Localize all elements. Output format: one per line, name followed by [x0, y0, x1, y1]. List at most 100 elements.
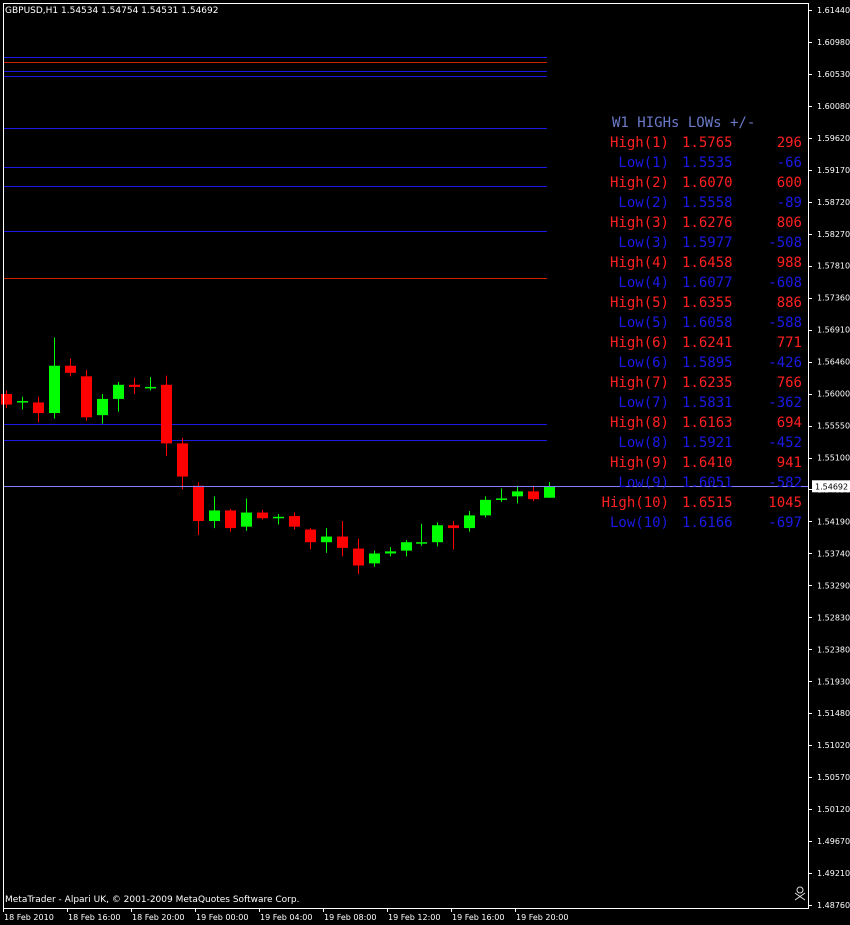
high-row-diff: 694 [777, 415, 802, 431]
low-row-label: Low(2) [618, 195, 669, 211]
candle-body [432, 525, 443, 543]
current-price-label: 1.54692 [815, 482, 848, 491]
candle-body [305, 529, 316, 543]
chart-title: GBPUSD,H1 1.54534 1.54754 1.54531 1.5469… [5, 6, 218, 16]
candle-body [528, 491, 539, 500]
low-row-label: Low(7) [618, 395, 669, 411]
candle-body [496, 498, 507, 500]
high-row-price: 1.5765 [682, 135, 733, 151]
low-row-price: 1.6077 [682, 275, 733, 291]
high-row-label: High(5) [610, 295, 669, 311]
y-tick-label: 1.60080 [817, 102, 850, 111]
high-row-price: 1.6276 [682, 215, 733, 231]
low-row-price: 1.6058 [682, 315, 733, 331]
y-tick-label: 1.48760 [817, 901, 850, 910]
candle-body [416, 542, 427, 544]
y-tick-label: 1.50570 [817, 773, 850, 782]
candle-body [369, 553, 380, 564]
y-tick-label: 1.51480 [817, 709, 850, 718]
y-tick-label: 1.54190 [817, 517, 850, 526]
low-row-price: 1.5977 [682, 235, 733, 251]
high-row-label: High(7) [610, 375, 669, 391]
y-tick-label: 1.49670 [817, 837, 850, 846]
candle-body [401, 542, 412, 551]
y-tick-label: 1.49210 [817, 869, 850, 878]
y-tick-label: 1.57360 [817, 294, 850, 303]
candle-body [113, 384, 124, 399]
low-row-price: 1.5921 [682, 435, 733, 451]
y-tick-label: 1.61440 [817, 6, 850, 15]
high-row-diff: 1045 [768, 495, 802, 511]
high-row-diff: 766 [777, 375, 802, 391]
high-row-price: 1.6070 [682, 175, 733, 191]
x-tick-label: 19 Feb 08:00 [324, 913, 376, 922]
candlestick-chart[interactable]: W1 HIGHs LOWs +/- High(1) 1.5765 296 Low(1) 1… [0, 0, 850, 925]
high-row-label: High(3) [610, 215, 669, 231]
candle-body [512, 491, 523, 497]
low-row-label: Low(9) [618, 475, 669, 491]
panel-header: W1 HIGHs LOWs +/- [612, 115, 755, 131]
y-tick-label: 1.58720 [817, 198, 850, 207]
y-tick-label: 1.50120 [817, 805, 850, 814]
low-row-label: Low(6) [618, 355, 669, 371]
low-row-diff: -66 [777, 155, 802, 171]
candle-body [209, 510, 220, 522]
high-row-price: 1.6355 [682, 295, 733, 311]
candle-body [337, 536, 348, 548]
high-row-price: 1.6515 [682, 495, 733, 511]
low-row-diff: -508 [768, 235, 802, 251]
high-row-diff: 941 [777, 455, 802, 471]
high-row-label: High(8) [610, 415, 669, 431]
candle-body [480, 499, 491, 516]
high-row-label: High(2) [610, 175, 669, 191]
low-row-price: 1.6166 [682, 515, 733, 531]
high-row-diff: 296 [777, 135, 802, 151]
candle-body [289, 516, 300, 527]
candle-body [33, 402, 44, 414]
y-tick-label: 1.51020 [817, 741, 850, 750]
high-row-price: 1.6241 [682, 335, 733, 351]
candle-body [49, 365, 60, 414]
candle-body [225, 510, 236, 529]
high-row-diff: 988 [777, 255, 802, 271]
low-row-diff: -588 [768, 315, 802, 331]
y-tick-label: 1.60980 [817, 38, 850, 47]
x-tick-label: 19 Feb 00:00 [196, 913, 248, 922]
candle-body [193, 485, 204, 522]
candle-body [161, 384, 172, 444]
candle-body [241, 512, 252, 527]
low-row-diff: -608 [768, 275, 802, 291]
high-row-price: 1.6410 [682, 455, 733, 471]
x-tick-label: 19 Feb 04:00 [260, 913, 312, 922]
low-row-label: Low(4) [618, 275, 669, 291]
x-tick-label: 19 Feb 20:00 [516, 913, 568, 922]
candle-body [544, 486, 555, 498]
y-tick-label: 1.56000 [817, 390, 850, 399]
candle-body [145, 386, 156, 389]
candle-body [448, 525, 459, 529]
low-row-diff: -426 [768, 355, 802, 371]
x-tick-label: 18 Feb 16:00 [68, 913, 120, 922]
candle-body [353, 548, 364, 566]
y-tick-label: 1.53740 [817, 549, 850, 558]
candle-body [81, 376, 92, 418]
candle-body [385, 551, 396, 554]
low-row-price: 1.5831 [682, 395, 733, 411]
low-row-price: 1.5895 [682, 355, 733, 371]
y-tick-label: 1.55550 [817, 422, 850, 431]
low-row-label: Low(5) [618, 315, 669, 331]
candle-body [177, 443, 188, 477]
candle-body [1, 393, 12, 405]
y-tick-label: 1.55100 [817, 454, 850, 463]
candle-body [464, 515, 475, 529]
low-row-label: Low(3) [618, 235, 669, 251]
y-tick-label: 1.56460 [817, 358, 850, 367]
candle-body [129, 384, 140, 387]
candle-body [97, 398, 108, 416]
low-row-diff: -362 [768, 395, 802, 411]
candle-body [257, 512, 268, 519]
y-tick-label: 1.51930 [817, 677, 850, 686]
x-tick-label: 19 Feb 16:00 [452, 913, 504, 922]
copyright-text: MetaTrader - Alpari UK, © 2001-2009 Meta… [5, 895, 299, 905]
high-row-label: High(10) [602, 495, 669, 511]
